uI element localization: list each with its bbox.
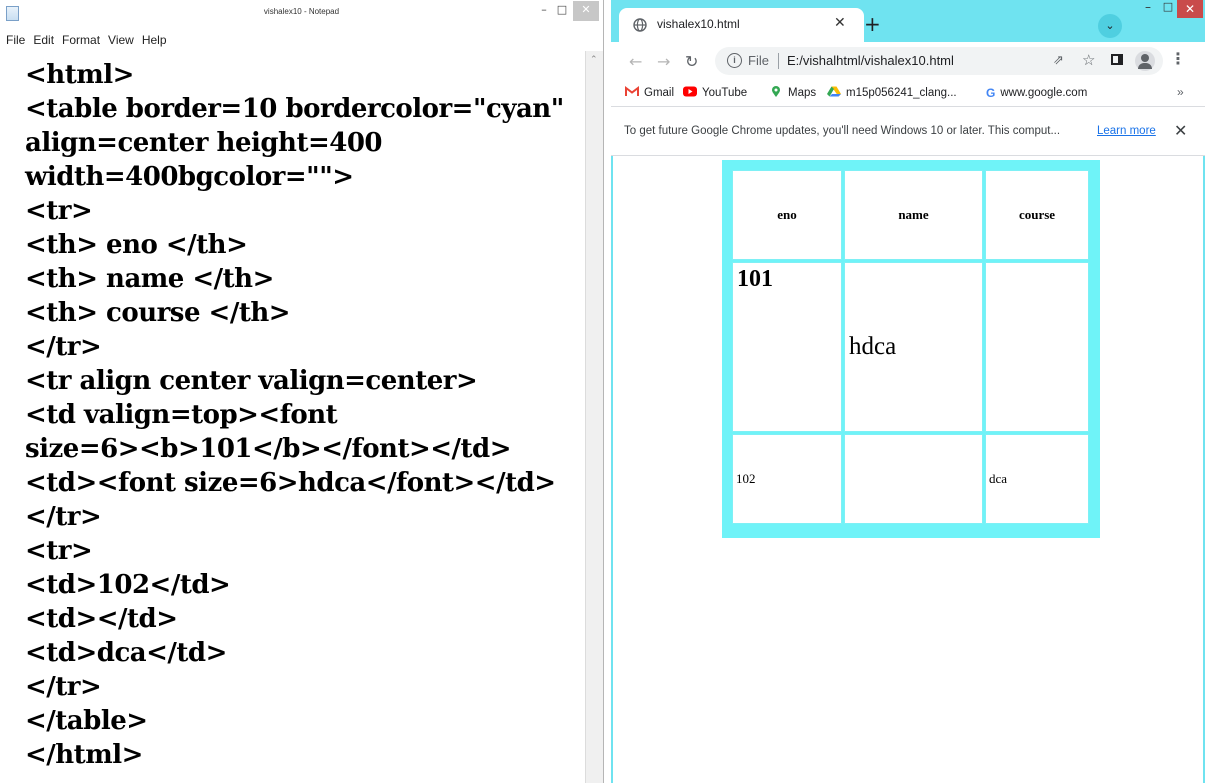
site-info-icon[interactable]: i [727, 53, 742, 68]
maximize-button[interactable]: □ [1159, 0, 1177, 18]
code-line: size=6><b>101</b></font></td> [25, 434, 512, 464]
tab-search-button[interactable]: ⌄ [1098, 14, 1122, 38]
profile-avatar[interactable] [1135, 51, 1155, 71]
bookmark-label: YouTube [702, 87, 748, 99]
cell-eno-102: 102 [732, 434, 842, 524]
globe-icon [633, 18, 647, 32]
url-text[interactable]: E:/vishalhtml/vishalex10.html [787, 53, 954, 68]
code-line: </table> [25, 706, 148, 736]
cell-name-hdca: hdca [844, 262, 983, 432]
code-line: </html> [25, 740, 143, 770]
code-line: <html> [25, 60, 134, 90]
code-line: width=400bgcolor=""> [25, 162, 354, 192]
bookmark-youtube[interactable]: YouTube [683, 86, 747, 99]
youtube-icon [683, 86, 697, 97]
notepad-title: vishalex10 - Notepad [263, 7, 340, 16]
share-icon[interactable]: ⇗ [1053, 53, 1064, 68]
side-panel-icon[interactable] [1111, 54, 1123, 65]
rendered-table: eno name course 101 hdca 102 dca [722, 160, 1100, 538]
info-bar-message: To get future Google Chrome updates, you… [624, 125, 1061, 137]
bookmarks-bar: Gmail YouTube Maps m15p056241_clang... G… [611, 80, 1205, 106]
cell-course-empty [985, 262, 1089, 432]
code-line: <td><font size=6>hdca</font></td> [25, 468, 556, 498]
minimize-button[interactable]: – [1137, 0, 1159, 18]
address-bar[interactable]: i File E:/vishalhtml/vishalex10.html ⇗ ☆ [715, 47, 1163, 75]
bookmarks-overflow-icon[interactable]: » [1177, 85, 1184, 99]
header-eno: eno [732, 170, 842, 260]
code-line: <tr align center valign=center> [25, 366, 478, 396]
bookmark-label: www.google.com [1000, 87, 1088, 99]
browser-toolbar: ← → ↻ i File E:/vishalhtml/vishalex10.ht… [611, 42, 1205, 80]
menu-format[interactable]: Format [62, 30, 100, 50]
code-line: </tr> [25, 672, 102, 702]
bookmark-label: Maps [788, 87, 817, 99]
cell-course-dca: dca [985, 434, 1089, 524]
chrome-window: vishalex10.html ✕ + ⌄ – □ ✕ ← → ↻ i File… [611, 0, 1205, 783]
info-bar-close-icon[interactable]: ✕ [1174, 121, 1187, 141]
tab-close-icon[interactable]: ✕ [834, 15, 846, 31]
menu-view[interactable]: View [108, 30, 134, 50]
bookmark-google[interactable]: Gwww.google.com [986, 86, 1088, 100]
code-line: <th> name </th> [25, 264, 274, 294]
header-name: name [844, 170, 983, 260]
tab-strip: vishalex10.html ✕ + ⌄ – □ ✕ [611, 0, 1205, 42]
maps-icon [772, 86, 780, 97]
close-button[interactable]: ✕ [573, 1, 599, 21]
cell-name-empty [844, 434, 983, 524]
menu-file[interactable]: File [6, 30, 25, 50]
menu-help[interactable]: Help [142, 30, 167, 50]
update-info-bar: To get future Google Chrome updates, you… [611, 106, 1205, 156]
code-line: align=center height=400 [25, 128, 383, 158]
drive-icon [827, 86, 841, 97]
code-line: </tr> [25, 332, 102, 362]
notepad-titlebar: vishalex10 - Notepad – □ ✕ [0, 0, 603, 30]
code-line: <td></td> [25, 604, 178, 634]
url-separator [778, 53, 779, 69]
close-button[interactable]: ✕ [1177, 0, 1203, 18]
browser-tab[interactable]: vishalex10.html ✕ [619, 8, 864, 42]
url-scheme-label: File [748, 53, 769, 68]
notepad-window: vishalex10 - Notepad – □ ✕ File Edit Forma… [0, 0, 604, 783]
code-line: <td>102</td> [25, 570, 231, 600]
code-line: </tr> [25, 502, 102, 532]
code-line: <table border=10 bordercolor="cyan" [25, 94, 564, 124]
bookmark-label: m15p056241_clang... [846, 87, 957, 99]
code-line: <td>dca</td> [25, 638, 227, 668]
gmail-icon [625, 86, 639, 96]
reload-icon[interactable]: ↻ [685, 52, 698, 71]
code-line: <tr> [25, 196, 93, 226]
code-line: <tr> [25, 536, 93, 566]
notepad-scrollbar[interactable]: ⌃ [585, 51, 603, 783]
forward-arrow-icon[interactable]: → [657, 52, 670, 71]
google-icon: G [986, 86, 996, 100]
tab-title: vishalex10.html [657, 17, 740, 31]
notepad-text-area[interactable]: <html> <table border=10 bordercolor="cya… [1, 51, 584, 783]
notepad-menubar: File Edit Format View Help [0, 30, 603, 50]
bookmark-drive[interactable]: m15p056241_clang... [827, 86, 957, 99]
learn-more-link[interactable]: Learn more [1097, 125, 1156, 137]
code-line: <th> eno </th> [25, 230, 248, 260]
bookmark-maps[interactable]: Maps [769, 86, 816, 99]
cell-eno-101: 101 [732, 262, 842, 432]
code-line: <td valign=top><font [25, 400, 338, 430]
menu-edit[interactable]: Edit [33, 30, 54, 50]
maximize-button[interactable]: □ [553, 1, 571, 21]
minimize-button[interactable]: – [535, 1, 553, 21]
scroll-up-arrow-icon[interactable]: ⌃ [590, 55, 598, 65]
page-content: eno name course 101 hdca 102 dca [613, 156, 1203, 783]
bookmark-label: Gmail [644, 87, 675, 99]
bookmark-gmail[interactable]: Gmail [625, 86, 674, 99]
header-course: course [985, 170, 1089, 260]
code-line: <th> course </th> [25, 298, 291, 328]
bookmark-star-icon[interactable]: ☆ [1082, 51, 1095, 69]
new-tab-button[interactable]: + [864, 14, 881, 34]
back-arrow-icon[interactable]: ← [629, 52, 642, 71]
more-menu-icon[interactable]: ⋮ [1170, 51, 1186, 67]
